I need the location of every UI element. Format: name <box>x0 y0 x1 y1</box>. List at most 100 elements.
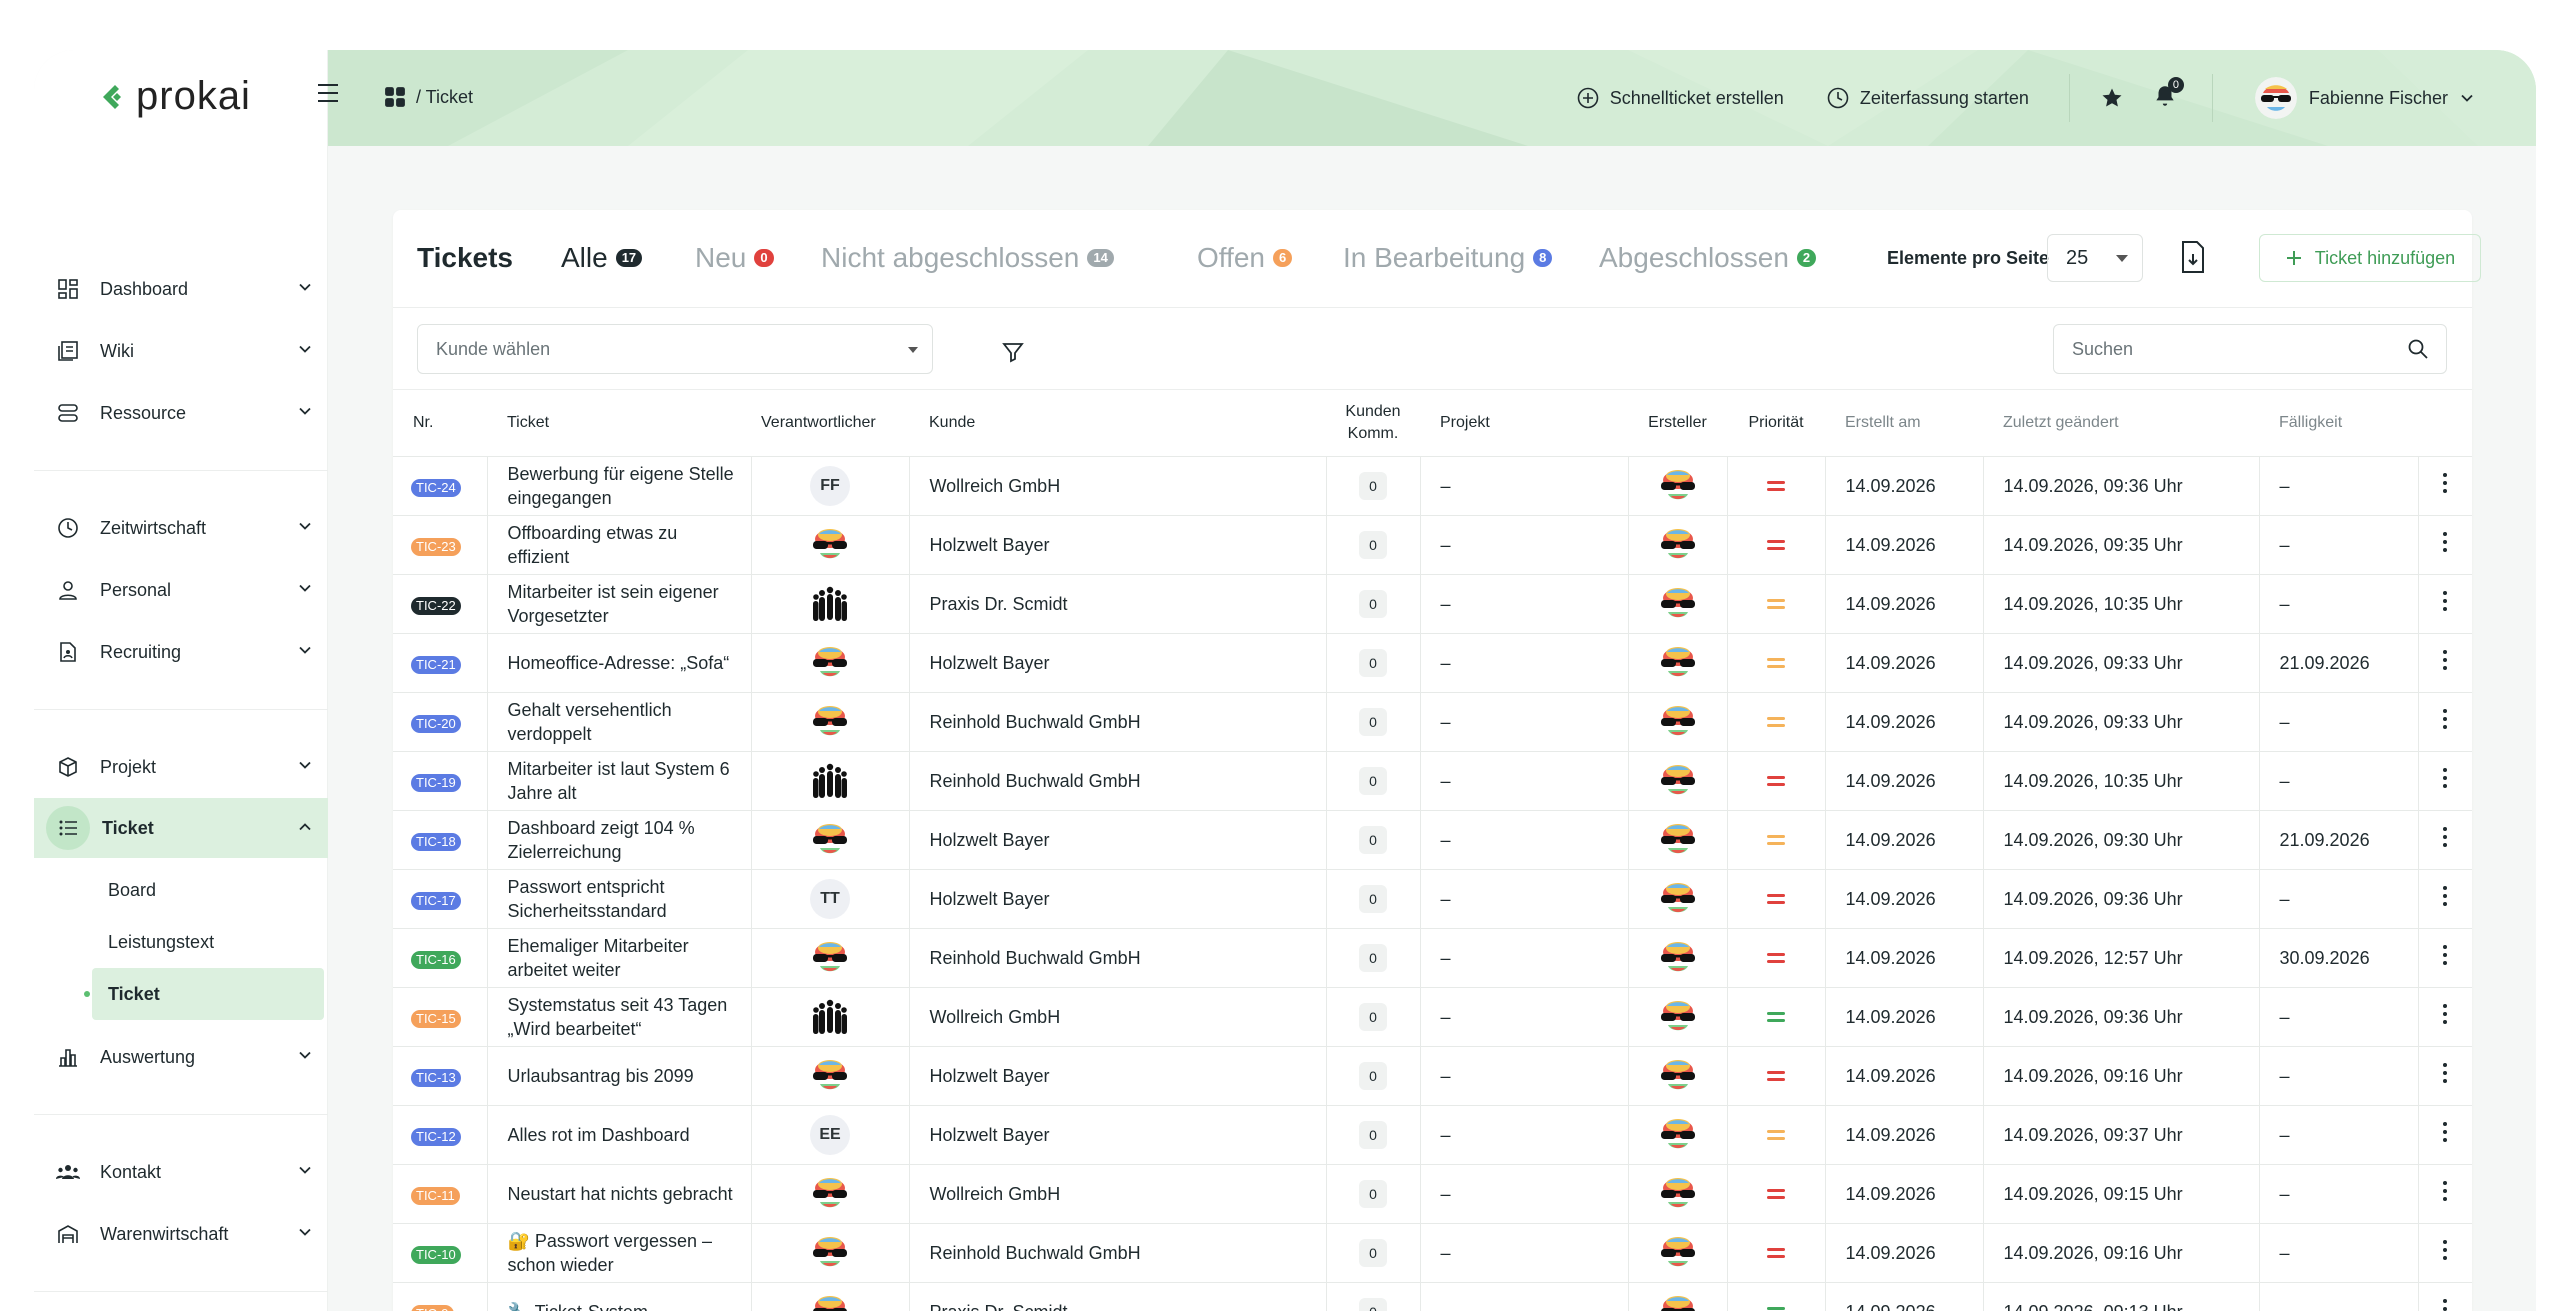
col-header-zuletzt-geaendert[interactable]: Zuletzt geändert <box>1983 390 2259 457</box>
sidebar-item-wiki[interactable]: Wiki <box>34 320 328 382</box>
tab-neu[interactable]: Neu 0 <box>695 242 774 274</box>
ticket-title[interactable]: Systemstatus seit 43 Tagen „Wird bearbei… <box>487 987 752 1047</box>
ticket-number-badge[interactable]: TIC-21 <box>411 655 461 674</box>
add-ticket-button[interactable]: Ticket hinzufügen <box>2259 234 2481 282</box>
sidebar-item-ressource[interactable]: Ressource <box>34 382 328 444</box>
menu-toggle-icon[interactable] <box>316 82 340 104</box>
per-page-select[interactable]: 25 <box>2047 234 2143 282</box>
tab-in-bearbeitung[interactable]: In Bearbeitung 8 <box>1343 242 1553 274</box>
ticket-number-badge[interactable]: TIC-19 <box>411 773 461 792</box>
table-row[interactable]: TIC-9🔧 Ticket-SystemPraxis Dr. Scmidt0–1… <box>393 1282 2472 1311</box>
sidebar-item-kontakt[interactable]: Kontakt <box>34 1141 328 1203</box>
col-header-kunde[interactable]: Kunde <box>909 390 1326 457</box>
more-vertical-icon[interactable] <box>2442 944 2448 966</box>
col-header-projekt[interactable]: Projekt <box>1420 390 1628 457</box>
user-menu[interactable]: Fabienne Fischer <box>2254 77 2474 119</box>
table-row[interactable]: TIC-12 Alles rot im Dashboard EE Holzwelt B… <box>393 1105 2472 1165</box>
ticket-title[interactable]: 🔐 Passwort vergessen – schon wieder <box>487 1223 752 1283</box>
ticket-number-badge[interactable]: TIC-23 <box>411 537 461 556</box>
filter-icon[interactable] <box>1001 340 1025 364</box>
more-vertical-icon[interactable] <box>2442 1121 2448 1143</box>
ticket-title[interactable]: Ehemaliger Mitarbeiter arbeitet weiter <box>487 928 752 988</box>
more-vertical-icon[interactable] <box>2442 649 2448 671</box>
ticket-title[interactable]: Mitarbeiter ist sein eigener Vorgesetzte… <box>487 574 752 634</box>
ticket-title[interactable]: Mitarbeiter ist laut System 6 Jahre alt <box>487 751 752 811</box>
notifications-button[interactable]: 0 <box>2152 76 2184 114</box>
ticket-title[interactable]: Gehalt versehentlich verdoppelt <box>487 692 752 752</box>
tab-alle[interactable]: Alle 17 <box>561 242 643 274</box>
sidebar-item-warenwirtschaft[interactable]: Warenwirtschaft <box>34 1203 328 1265</box>
more-vertical-icon[interactable] <box>2442 472 2448 494</box>
ticket-number-badge[interactable]: TIC-13 <box>411 1068 461 1087</box>
ticket-number-badge[interactable]: TIC-9 <box>411 1304 454 1311</box>
tab-abgeschlossen[interactable]: Abgeschlossen 2 <box>1599 242 1817 274</box>
tab-nicht-abgeschlossen[interactable]: Nicht abgeschlossen 14 <box>821 242 1114 274</box>
table-row[interactable]: TIC-10 🔐 Passwort vergessen – schon wiede… <box>393 1223 2472 1283</box>
ticket-title[interactable]: 🔧 Ticket-System <box>487 1282 752 1311</box>
ticket-title[interactable]: Offboarding etwas zu effizient <box>487 515 752 575</box>
tab-offen[interactable]: Offen 6 <box>1197 242 1293 274</box>
table-row[interactable]: TIC-20 Gehalt versehentlich verdoppelt Rei… <box>393 692 2472 752</box>
ticket-number-badge[interactable]: TIC-15 <box>411 1009 461 1028</box>
star-icon[interactable] <box>2100 86 2124 110</box>
ticket-number-badge[interactable]: TIC-11 <box>411 1186 460 1205</box>
ticket-number-badge[interactable]: TIC-12 <box>411 1127 461 1146</box>
table-row[interactable]: TIC-22 Mitarbeiter ist sein eigener Vorge… <box>393 574 2472 634</box>
table-row[interactable]: TIC-18 Dashboard zeigt 104 % Zielerreichu… <box>393 810 2472 870</box>
col-header-verantwortlicher[interactable]: Verantwortlicher <box>751 390 909 457</box>
table-row[interactable]: TIC-23 Offboarding etwas zu effizient Holz… <box>393 515 2472 575</box>
ticket-title[interactable]: Neustart hat nichts gebracht <box>487 1164 752 1224</box>
more-vertical-icon[interactable] <box>2442 1062 2448 1084</box>
search-icon[interactable] <box>2406 337 2430 361</box>
time-tracking-button[interactable]: Zeiterfassung starten <box>1826 86 2029 110</box>
more-vertical-icon[interactable] <box>2442 590 2448 612</box>
more-vertical-icon[interactable] <box>2442 531 2448 553</box>
more-vertical-icon[interactable] <box>2442 708 2448 730</box>
subnav-item-leistungstext[interactable]: Leistungstext <box>34 916 328 968</box>
ticket-number-badge[interactable]: TIC-16 <box>411 950 461 969</box>
table-row[interactable]: TIC-19 Mitarbeiter ist laut System 6 Jahr… <box>393 751 2472 811</box>
table-row[interactable]: TIC-16 Ehemaliger Mitarbeiter arbeitet we… <box>393 928 2472 988</box>
col-header-nr[interactable]: Nr. <box>393 390 487 457</box>
sidebar-item-auswertung[interactable]: Auswertung <box>34 1026 328 1088</box>
more-vertical-icon[interactable] <box>2442 885 2448 907</box>
ticket-number-badge[interactable]: TIC-20 <box>411 714 461 733</box>
more-vertical-icon[interactable] <box>2442 1239 2448 1261</box>
ticket-number-badge[interactable]: TIC-17 <box>411 891 461 910</box>
search-input[interactable] <box>2072 338 2392 360</box>
sidebar-item-zeitwirtschaft[interactable]: Zeitwirtschaft <box>34 497 328 559</box>
col-header-ticket[interactable]: Ticket <box>487 390 751 457</box>
ticket-number-badge[interactable]: TIC-18 <box>411 832 461 851</box>
table-row[interactable]: TIC-21 Homeoffice-Adresse: „Sofa“ Holzwelt… <box>393 633 2472 693</box>
more-vertical-icon[interactable] <box>2442 1180 2448 1202</box>
sidebar-item-personal[interactable]: Personal <box>34 559 328 621</box>
more-vertical-icon[interactable] <box>2442 826 2448 848</box>
table-row[interactable]: TIC-24 Bewerbung für eigene Stelle eingeg… <box>393 456 2472 516</box>
ticket-title[interactable]: Passwort entspricht Sicherheitsstandard <box>487 869 752 929</box>
col-header-ersteller[interactable]: Ersteller <box>1628 390 1727 457</box>
ticket-title[interactable]: Dashboard zeigt 104 % Zielerreichung <box>487 810 752 870</box>
sidebar-item-dashboard[interactable]: Dashboard <box>34 258 328 320</box>
more-vertical-icon[interactable] <box>2442 767 2448 789</box>
table-row[interactable]: TIC-17 Passwort entspricht Sicherheitssta… <box>393 869 2472 929</box>
col-header-erstellt-am[interactable]: Erstellt am <box>1825 390 1983 457</box>
col-header-prioritaet[interactable]: Priorität <box>1727 390 1825 457</box>
kunde-select[interactable]: Kunde wählen <box>417 324 933 374</box>
table-row[interactable]: TIC-15 Systemstatus seit 43 Tagen „Wird b… <box>393 987 2472 1047</box>
col-header-faelligkeit[interactable]: Fälligkeit <box>2259 390 2418 457</box>
more-vertical-icon[interactable] <box>2442 1003 2448 1025</box>
table-row[interactable]: TIC-11 Neustart hat nichts gebracht Wollre… <box>393 1164 2472 1224</box>
logo[interactable]: prokai <box>100 74 251 119</box>
ticket-number-badge[interactable]: TIC-22 <box>411 596 461 615</box>
subnav-item-board[interactable]: Board <box>34 864 328 916</box>
breadcrumb-text[interactable]: / Ticket <box>416 87 473 108</box>
ticket-number-badge[interactable]: TIC-24 <box>411 478 461 497</box>
col-header-kunden-komm[interactable]: Kunden Komm. <box>1326 390 1420 457</box>
sidebar-item-recruiting[interactable]: Recruiting <box>34 621 328 683</box>
more-vertical-icon[interactable] <box>2442 1298 2448 1311</box>
export-file-icon[interactable] <box>2179 240 2207 274</box>
ticket-title[interactable]: Urlaubsantrag bis 2099 <box>487 1046 752 1106</box>
grid-icon[interactable] <box>384 86 406 108</box>
ticket-title[interactable]: Bewerbung für eigene Stelle eingegangen <box>487 456 752 516</box>
subnav-item-ticket[interactable]: Ticket <box>84 968 324 1020</box>
